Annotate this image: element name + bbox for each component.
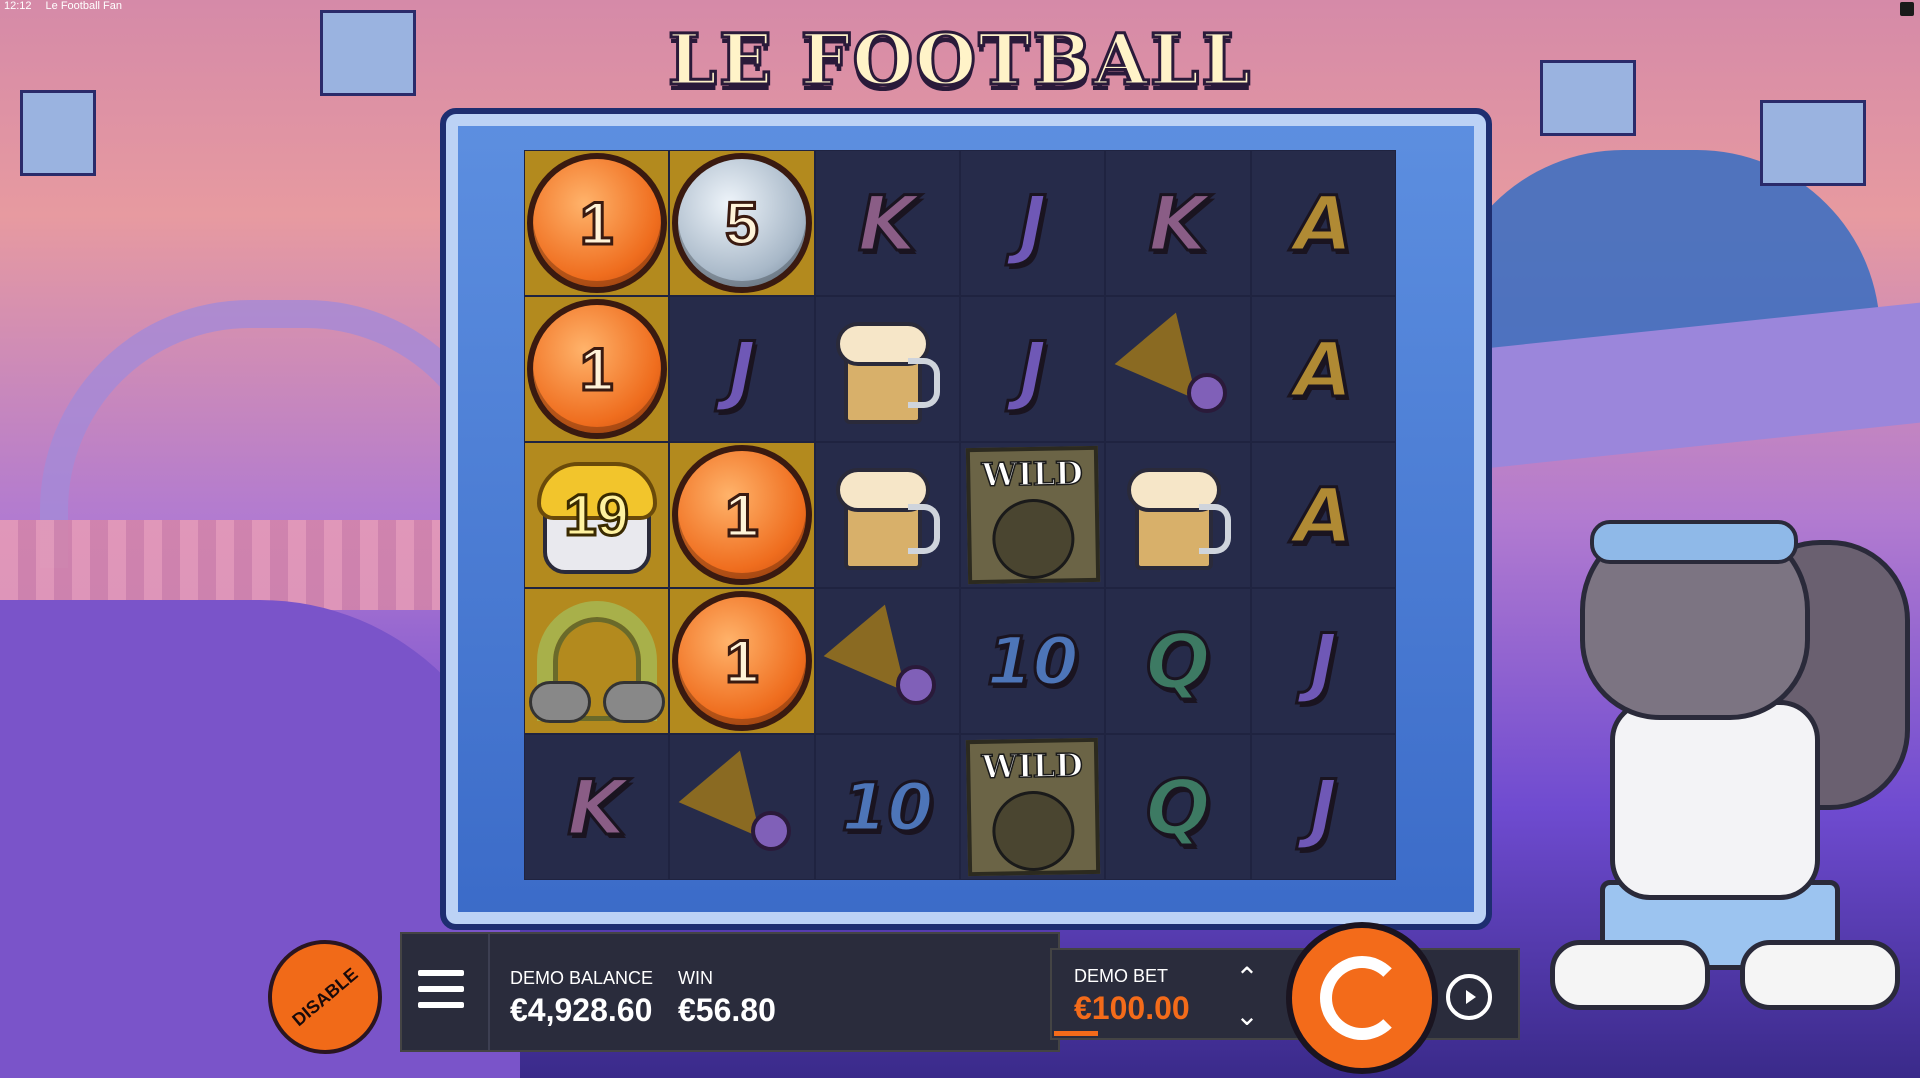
wild-symbol: WILD [965, 737, 1100, 877]
coin-icon: 1 [526, 153, 667, 293]
system-bar: 12:12 Le Football Fan [0, 0, 122, 14]
bet-adjust: ⌃ ⌄ [1222, 958, 1272, 1034]
balance-panel: DEMO BALANCE €4,928.60 WIN €56.80 [400, 932, 1060, 1052]
bet-box: DEMO BET €100.00 [1054, 950, 1214, 1038]
reel-cell: WILD [959, 734, 1106, 880]
reel-cell [814, 296, 960, 442]
symbol-j: J [1308, 761, 1339, 853]
reel-cell: Q [1105, 734, 1251, 880]
clock: 12:12 [4, 0, 32, 12]
symbol-a: A [1292, 177, 1354, 269]
symbol-j: J [1017, 323, 1048, 415]
divider [488, 934, 490, 1050]
symbol-j: J [1017, 177, 1048, 269]
reel-cell: K [524, 734, 670, 880]
reel-cell: J [1250, 588, 1396, 734]
reel-cell: 1 [524, 150, 670, 296]
reel-cell: 10 [959, 588, 1106, 734]
reel-cell [669, 734, 815, 880]
beer-mug-icon [1123, 460, 1233, 570]
raccoon-portrait-icon [991, 498, 1075, 580]
vuvuzela-icon [678, 750, 797, 864]
spin-button[interactable] [1286, 922, 1438, 1074]
bet-value: €100.00 [1074, 990, 1190, 1026]
symbol-k: K [1147, 177, 1209, 269]
reel-cell [1105, 296, 1251, 442]
symbol-a: A [1292, 323, 1354, 415]
reel-cell: 10 [814, 734, 960, 880]
background-crowd [0, 520, 480, 610]
flag-decoration [320, 10, 416, 96]
reel-cell: WILD [959, 442, 1106, 588]
coin-icon: 1 [526, 299, 667, 439]
vuvuzela-icon [1114, 312, 1233, 426]
bet-label: DEMO BET [1074, 966, 1169, 986]
reel-cell [814, 588, 960, 734]
reel-cell: Q [1105, 588, 1251, 734]
coin-icon: 1 [671, 591, 812, 731]
win-label: WIN [678, 968, 713, 988]
raccoon-portrait-icon [991, 790, 1075, 872]
symbol-10: 10 [840, 767, 935, 847]
flag-decoration [1760, 100, 1866, 186]
symbol-a: A [1292, 469, 1354, 561]
chevron-down-icon[interactable]: ⌄ [1222, 996, 1272, 1034]
reel-cell [814, 442, 960, 588]
coin-icon: 1 [671, 445, 812, 585]
coin-icon: 5 [671, 153, 812, 293]
reel-cell: 5 [669, 150, 815, 296]
balance-value: €4,928.60 [510, 992, 653, 1028]
window-title: Le Football Fan [45, 0, 122, 12]
reel-cell: J [669, 296, 815, 442]
pot-of-gold-icon: 19 [532, 450, 662, 580]
bet-level-indicator [1054, 1031, 1098, 1036]
reel-grid: 1 5 K J K A 1 J J A 19 1 WILD A 1 10 Q J K 10 WILD Q J [524, 150, 1396, 880]
reel-cell: K [1105, 150, 1251, 296]
reel-cell: K [814, 150, 960, 296]
symbol-k: K [566, 761, 628, 853]
reel-cell: 1 [524, 296, 670, 442]
symbol-j: J [1308, 615, 1339, 707]
wild-symbol: WILD [965, 445, 1100, 585]
beer-mug-icon [832, 460, 942, 570]
flag-decoration [1540, 60, 1636, 136]
symbol-10: 10 [985, 621, 1080, 701]
raccoon-mascot [1540, 500, 1920, 1020]
reel-cell [524, 588, 670, 734]
chevron-up-icon[interactable]: ⌃ [1222, 958, 1272, 996]
reel-cell: J [1250, 734, 1396, 880]
reel-cell: J [959, 296, 1106, 442]
wild-label: WILD [980, 453, 1083, 494]
symbol-q: Q [1144, 615, 1212, 707]
symbol-k: K [856, 177, 918, 269]
vuvuzela-icon [823, 604, 942, 718]
reel-cell [1105, 442, 1251, 588]
symbol-j: J [726, 323, 757, 415]
symbol-q: Q [1144, 761, 1212, 853]
reel-cell: 19 [524, 442, 670, 588]
provider-logo [1900, 2, 1914, 16]
reel-cell: 1 [669, 588, 815, 734]
reel-cell: A [1250, 296, 1396, 442]
reel-cell: A [1250, 150, 1396, 296]
hamburger-icon[interactable] [418, 970, 464, 1008]
reel-cell: J [959, 150, 1106, 296]
reel-cell: A [1250, 442, 1396, 588]
beer-mug-icon [832, 314, 942, 424]
pot-value: 19 [563, 481, 630, 549]
balance-label: DEMO BALANCE [510, 968, 654, 988]
flag-decoration [20, 90, 96, 176]
spin-icon [1320, 956, 1404, 1040]
win-value: €56.80 [678, 992, 776, 1028]
autoplay-icon[interactable] [1446, 974, 1492, 1020]
reel-cell: 1 [669, 442, 815, 588]
wild-label: WILD [980, 745, 1083, 786]
rainbow-icon [527, 591, 667, 731]
